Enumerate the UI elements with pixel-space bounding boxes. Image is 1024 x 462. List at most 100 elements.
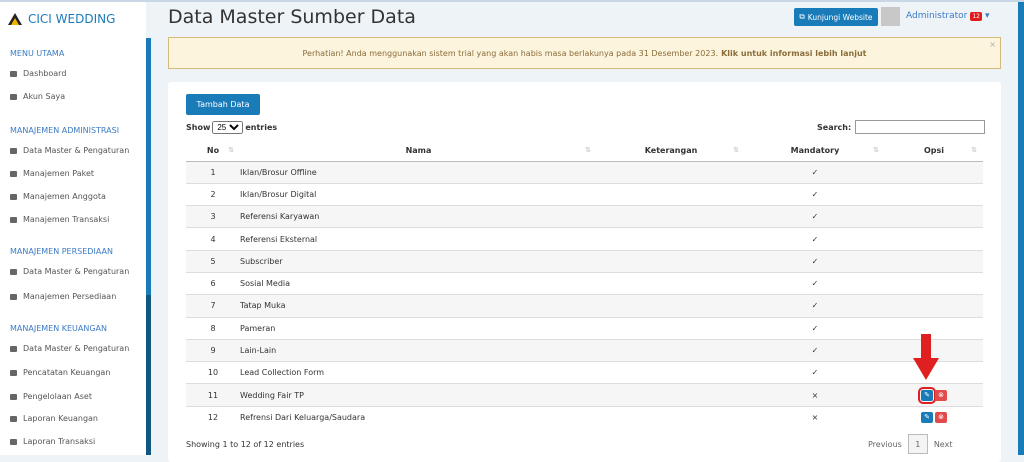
page-1-button[interactable]: 1 [907, 434, 928, 454]
external-link-icon: ⧉ [799, 12, 805, 21]
cell-no: 2 [186, 182, 240, 206]
entries-label: entries [245, 123, 278, 132]
sidebar-item-label: Laporan Keuangan [23, 414, 98, 423]
cell-opsi [885, 249, 983, 273]
column-nama[interactable]: Nama ⇅ [240, 140, 597, 162]
visit-label: Kunjungi Website [807, 12, 873, 22]
cell-no: 8 [186, 316, 240, 340]
sidebar-scrollbar[interactable] [146, 38, 151, 295]
column-mandatory[interactable]: Mandatory ⇅ [745, 140, 885, 162]
cell-keterangan [597, 361, 745, 384]
cell-nama: Subscriber [240, 249, 597, 273]
visit-website-button[interactable]: ⧉ Kunjungi Website [794, 8, 878, 26]
table-info: Showing 1 to 12 of 12 entries [186, 440, 305, 449]
sidebar-item[interactable]: Data Master & Pengaturan [10, 146, 129, 155]
sidebar-item[interactable]: Data Master & Pengaturan [10, 267, 129, 276]
sidebar-item-label: Manajemen Anggota [23, 192, 106, 201]
table-row: 6 Sosial Media ✓ [186, 271, 983, 295]
next-button[interactable]: Next [934, 440, 953, 449]
search: Search: [817, 120, 986, 134]
sidebar-item-label: Dashboard [23, 69, 67, 78]
page-length: Show 25 entries [186, 121, 277, 134]
search-input[interactable] [855, 120, 986, 134]
sidebar-item[interactable]: Manajemen Paket [10, 169, 94, 178]
alert-text: Perhatian! Anda menggunakan sistem trial… [302, 48, 719, 58]
sidebar: CICI WEDDING MENU UTAMA Dashboard Akun Say… [0, 2, 146, 455]
cell-mandatory: ✓ [745, 294, 885, 318]
table-row: 7 Tatap Muka ✓ [186, 294, 983, 318]
cell-nama: Lain-Lain [240, 338, 597, 362]
menu-icon [10, 147, 17, 154]
table-row: 10 Lead Collection Form ✓ [186, 361, 983, 384]
sidebar-item[interactable]: Pengelolaan Aset [10, 392, 92, 401]
trial-alert: Perhatian! Anda menggunakan sistem trial… [168, 37, 1001, 69]
sort-icon: ⇅ [228, 145, 234, 154]
sidebar-item[interactable]: Manajemen Transaksi [10, 215, 109, 224]
cell-nama: Iklan/Brosur Digital [240, 182, 597, 206]
sidebar-item[interactable]: Pencatatan Keuangan [10, 368, 110, 377]
sidebar-item-label: Pengelolaan Aset [23, 392, 92, 401]
menu-icon [10, 345, 17, 352]
sidebar-item[interactable]: Manajemen Persediaan [10, 292, 116, 301]
table-row: 8 Pameran ✓ [186, 316, 983, 340]
cell-opsi [885, 205, 983, 228]
sort-icon: ⇅ [873, 145, 879, 154]
data-table: No ⇅ Nama ⇅ Keterangan ⇅ Mandatory ⇅ Opsi ⇅ 1… [186, 140, 983, 429]
delete-button[interactable]: ⊗ [935, 412, 947, 424]
cell-no: 3 [186, 205, 240, 228]
cell-no: 1 [186, 160, 240, 184]
menu-icon [10, 438, 17, 445]
cell-mandatory: ✓ [745, 160, 885, 184]
cell-opsi: ✎ ⊗ [885, 383, 983, 407]
delete-button[interactable]: ⊗ [935, 389, 947, 401]
sidebar-item[interactable]: Akun Saya [10, 92, 65, 101]
table-row: 1 Iklan/Brosur Offline ✓ [186, 160, 983, 184]
sidebar-item[interactable]: Laporan Transaksi [10, 437, 95, 446]
column-opsi[interactable]: Opsi ⇅ [885, 140, 983, 162]
avatar[interactable] [881, 7, 900, 26]
cell-mandatory: ✓ [745, 316, 885, 340]
user-menu[interactable]: Administrator 12 ▾ [906, 11, 990, 21]
sidebar-item[interactable]: Dashboard [10, 69, 66, 78]
red-arrow-annotation-icon [913, 334, 939, 380]
search-label: Search: [817, 122, 852, 132]
sidebar-item[interactable]: Laporan Keuangan [10, 414, 98, 423]
menu-icon [10, 70, 17, 77]
cell-mandatory: ✓ [745, 205, 885, 228]
sidebar-item-label: Akun Saya [23, 92, 66, 101]
previous-button[interactable]: Previous [868, 440, 902, 449]
menu-icon [10, 393, 17, 400]
cell-mandatory: ✓ [745, 338, 885, 362]
cell-no: 9 [186, 338, 240, 362]
page-size-select[interactable]: 25 [212, 121, 244, 134]
sidebar-scrollbar-lower [146, 295, 151, 455]
edit-button[interactable]: ✎ [918, 386, 936, 404]
table-row: 2 Iklan/Brosur Digital ✓ [186, 182, 983, 206]
add-data-button[interactable]: Tambah Data [186, 94, 260, 115]
show-label: Show [186, 123, 211, 132]
sidebar-item[interactable]: Data Master & Pengaturan [10, 344, 129, 353]
cell-keterangan [597, 316, 745, 340]
menu-icon [10, 216, 17, 223]
table-row: 9 Lain-Lain ✓ [186, 338, 983, 362]
page-scrollbar[interactable] [1018, 2, 1024, 455]
table-row: 3 Referensi Karyawan ✓ [186, 205, 983, 228]
column-no[interactable]: No ⇅ [186, 140, 240, 162]
close-icon[interactable]: × [989, 40, 996, 49]
sort-icon: ⇅ [971, 145, 977, 154]
cell-no: 4 [186, 227, 240, 251]
cell-opsi [885, 160, 983, 184]
menu-icon [10, 268, 17, 275]
cell-nama: Lead Collection Form [240, 361, 597, 384]
caret-down-icon: ▾ [985, 11, 990, 21]
sidebar-item-label: Pencatatan Keuangan [23, 368, 111, 377]
notification-badge: 12 [970, 11, 982, 21]
edit-button[interactable]: ✎ [921, 412, 933, 424]
cell-nama: Referensi Karyawan [240, 205, 597, 228]
alert-link[interactable]: Klik untuk informasi lebih lanjut [721, 49, 866, 58]
column-keterangan[interactable]: Keterangan ⇅ [597, 140, 745, 162]
sidebar-section-title: MANAJEMEN KEUANGAN [10, 324, 107, 333]
brand[interactable]: CICI WEDDING [8, 12, 115, 26]
sort-icon: ⇅ [585, 145, 591, 154]
sidebar-item[interactable]: Manajemen Anggota [10, 192, 106, 201]
